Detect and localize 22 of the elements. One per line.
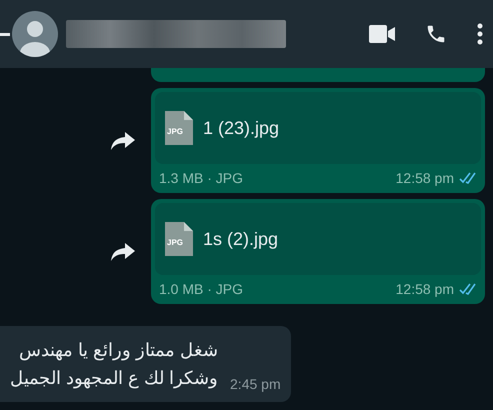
double-tick-icon [459, 172, 477, 184]
document-message[interactable]: JPG 1 (23).jpg 1.3 MB · JPG 12:58 pm [151, 88, 485, 193]
file-name: 1s (2).jpg [203, 228, 278, 250]
file-icon [165, 222, 193, 256]
file-type-label: JPG [167, 127, 184, 136]
message-time: 2:45 pm [230, 376, 281, 392]
message-time: 12:58 pm [396, 281, 454, 297]
document-message[interactable]: JPG 1s (2).jpg 1.0 MB · JPG 12:58 pm [151, 199, 485, 304]
message-text: شغل ممتاز ورائع يا مهندس وشكرا لك ع المجهود الجميل [10, 339, 218, 390]
file-meta: 1.3 MB · JPG [159, 170, 244, 186]
file-meta: 1.0 MB · JPG [159, 281, 244, 297]
forward-icon[interactable] [111, 132, 135, 150]
forward-icon[interactable] [111, 242, 135, 260]
message-time: 12:58 pm [396, 170, 454, 186]
file-icon [165, 111, 193, 145]
video-call-icon[interactable] [369, 25, 395, 43]
double-tick-icon [459, 283, 477, 295]
phone-icon[interactable] [425, 23, 447, 45]
file-name: 1 (23).jpg [203, 118, 280, 138]
file-type-label: JPG [167, 238, 184, 247]
more-options-icon[interactable] [477, 23, 483, 45]
avatar[interactable] [12, 11, 58, 57]
